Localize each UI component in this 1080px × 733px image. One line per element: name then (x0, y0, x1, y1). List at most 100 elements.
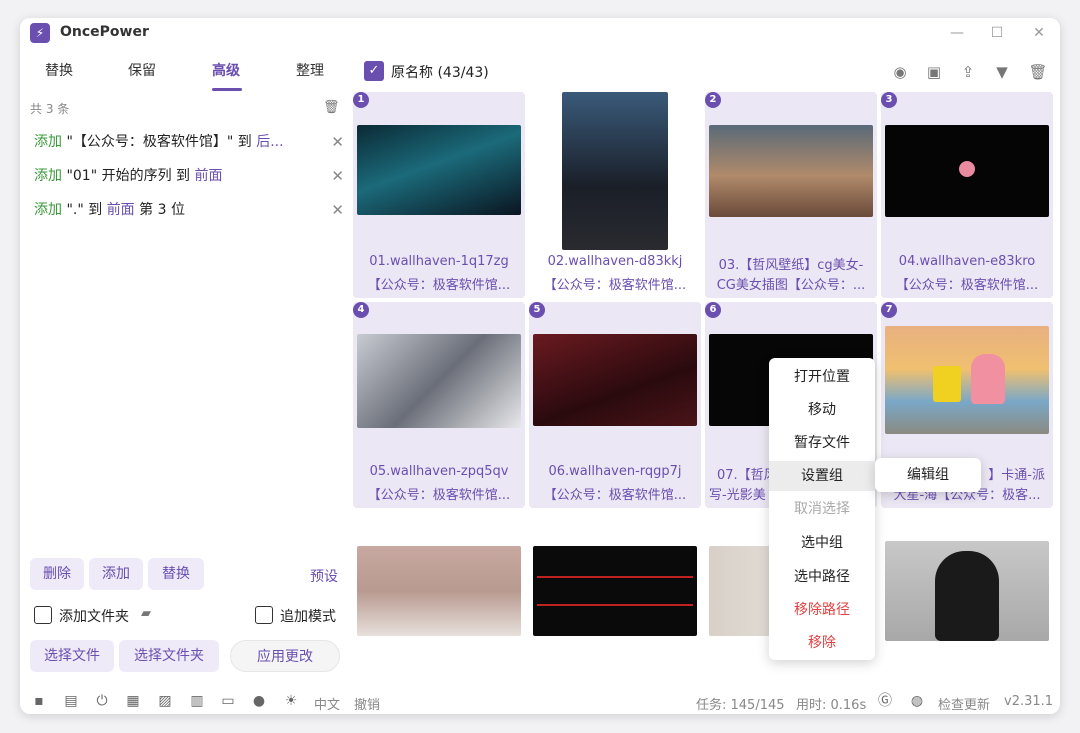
folder-icon: ▰ (141, 606, 151, 621)
file-thumbnail (357, 334, 521, 428)
rule-target: 前面 (106, 202, 135, 218)
menu-set-group[interactable]: 设置组 (769, 461, 875, 491)
file-card[interactable]: 2 03.【哲风壁纸】cg美女- CG美女插图【公众号：... (705, 92, 877, 298)
g-logo-icon[interactable]: Ⓖ (876, 692, 894, 710)
rule-target: 后... (256, 134, 284, 150)
maximize-button[interactable]: ☐ (982, 22, 1012, 44)
rule-text: "【公众号：极客软件馆】" 到 (62, 134, 257, 150)
menu-open-location[interactable]: 打开位置 (769, 362, 875, 392)
menu-move[interactable]: 移动 (769, 395, 875, 425)
select-folder-button[interactable]: 选择文件夹 (119, 640, 219, 672)
file-name: 06.wallhaven-rqgp7j (548, 464, 682, 479)
file-card[interactable]: 3 04.wallhaven-e83kro 【公众号：极客软件馆... (881, 92, 1053, 298)
save-icon[interactable]: ▪ (30, 692, 48, 710)
replace-button[interactable]: 替换 (148, 558, 204, 590)
file-index-badge: 1 (353, 92, 369, 108)
add-button[interactable]: 添加 (89, 558, 143, 590)
file-card[interactable]: 02.wallhaven-d83kkj 【公众号：极客软件馆... (529, 92, 701, 298)
file-name: 04.wallhaven-e83kro (898, 254, 1036, 269)
menu-deselect[interactable]: 取消选择 (769, 494, 875, 524)
power-icon[interactable]: ⏻ (93, 692, 111, 710)
file-name-suffix: 【公众号：极客软件馆... (543, 278, 687, 293)
rule-item[interactable]: 添加 "【公众号：极客软件馆】" 到 后... ✕ (34, 130, 344, 154)
check-update-link[interactable]: 检查更新 (938, 694, 990, 713)
rule-count: 共 3 条 (30, 102, 70, 116)
file-card[interactable] (353, 538, 525, 668)
add-folder-label: 添加文件夹 (59, 609, 129, 625)
share-icon[interactable]: ⇪ (958, 62, 978, 82)
file-index-badge: 4 (353, 302, 369, 318)
file-index-badge: 7 (881, 302, 897, 318)
file-card[interactable] (529, 538, 701, 668)
file-index-badge: 2 (705, 92, 721, 108)
original-name-checkbox[interactable]: ✓ (364, 61, 384, 81)
add-folder-checkbox[interactable] (34, 606, 52, 624)
calendar-icon[interactable]: ▭ (219, 692, 237, 710)
tab-organize[interactable]: 整理 (296, 60, 324, 80)
file-card[interactable] (881, 538, 1053, 668)
version-label: v2.31.1 (1004, 694, 1054, 709)
patrick-shape (971, 354, 1005, 404)
file-thumbnail (357, 546, 521, 636)
minimize-button[interactable]: — (942, 22, 972, 44)
original-name-label: 原名称 (43/43) (391, 65, 489, 81)
delete-button[interactable]: 删除 (30, 558, 84, 590)
tab-advanced[interactable]: 高级 (212, 60, 240, 80)
rule-tail: 第 3 位 (134, 202, 185, 218)
menu-stash-file[interactable]: 暂存文件 (769, 428, 875, 458)
task-count: 任务: 145/145 (696, 698, 785, 713)
elapsed-time: 用时: 0.16s (796, 698, 867, 713)
remove-rule-icon[interactable]: ✕ (331, 164, 344, 188)
image-icon[interactable]: ▣ (924, 62, 944, 82)
language-toggle[interactable]: 中文 (314, 694, 340, 713)
rule-item[interactable]: 添加 "." 到 前面 第 3 位 ✕ (34, 198, 344, 222)
menu-select-group[interactable]: 选中组 (769, 528, 875, 558)
tab-replace[interactable]: 替换 (45, 60, 73, 80)
remove-rule-icon[interactable]: ✕ (331, 198, 344, 222)
sun-icon[interactable]: ☀ (282, 692, 300, 710)
menu-remove[interactable]: 移除 (769, 628, 875, 658)
file-index-badge: 6 (705, 302, 721, 318)
poster-lines (537, 576, 693, 606)
tab-keep[interactable]: 保留 (128, 60, 156, 80)
eye-icon[interactable]: ◉ (890, 62, 910, 82)
figure-shape (935, 551, 999, 641)
file-card[interactable]: 1 01.wallhaven-1q17zg 【公众号：极客软件馆... (353, 92, 525, 298)
file-card[interactable]: 5 06.wallhaven-rqgp7j 【公众号：极客软件馆... (529, 302, 701, 508)
status-bar: ▪ ▤ ⏻ ▦ ▨ ▥ ▭ ● ☀ 中文 撤销 任务: 145/145 用时: … (20, 686, 1060, 714)
file-name: 01.wallhaven-1q17zg (369, 254, 509, 269)
file-name: 02.wallhaven-d83kkj (547, 254, 683, 269)
file-thumbnail (709, 125, 873, 217)
file-thumbnail (562, 92, 668, 250)
menu-select-path[interactable]: 选中路径 (769, 562, 875, 592)
github-icon[interactable]: ◍ (908, 692, 926, 710)
file-index-badge: 3 (881, 92, 897, 108)
context-menu: 打开位置 移动 暂存文件 设置组 取消选择 选中组 选中路径 移除路径 移除 (769, 358, 875, 660)
starfish-shape (959, 161, 975, 177)
csv-icon[interactable]: ▥ (188, 692, 206, 710)
trash-icon[interactable]: 🗑 (1028, 62, 1048, 82)
submenu-edit-group[interactable]: 编辑组 (875, 458, 981, 492)
clear-rules-icon[interactable]: 🗑 (323, 100, 340, 115)
menu-remove-path[interactable]: 移除路径 (769, 595, 875, 625)
close-button[interactable]: ✕ (1024, 22, 1054, 44)
rule-action: 添加 (34, 134, 62, 150)
rule-item[interactable]: 添加 "01" 开始的序列 到 前面 ✕ (34, 164, 344, 188)
bulb-icon[interactable]: ● (250, 692, 268, 710)
file-card[interactable]: 4 05.wallhaven-zpq5qv 【公众号：极客软件馆... (353, 302, 525, 508)
apply-changes-button[interactable]: 应用更改 (230, 640, 340, 672)
file-thumbnail (885, 326, 1049, 434)
tab-bar: 替换 保留 高级 整理 (20, 56, 350, 92)
select-files-button[interactable]: 选择文件 (30, 640, 114, 672)
file-thumbnail (357, 125, 521, 215)
spongebob-shape (933, 366, 961, 402)
undo-button[interactable]: 撤销 (354, 694, 380, 713)
file-time-icon[interactable]: ▦ (124, 692, 142, 710)
preset-link[interactable]: 预设 (310, 566, 338, 586)
image-icon[interactable]: ▨ (156, 692, 174, 710)
append-mode-checkbox[interactable] (255, 606, 273, 624)
filter-icon[interactable]: ▼ (992, 62, 1012, 82)
remove-rule-icon[interactable]: ✕ (331, 130, 344, 154)
file-name-suffix: 【公众号：极客软件馆... (543, 488, 687, 503)
log-icon[interactable]: ▤ (62, 692, 80, 710)
